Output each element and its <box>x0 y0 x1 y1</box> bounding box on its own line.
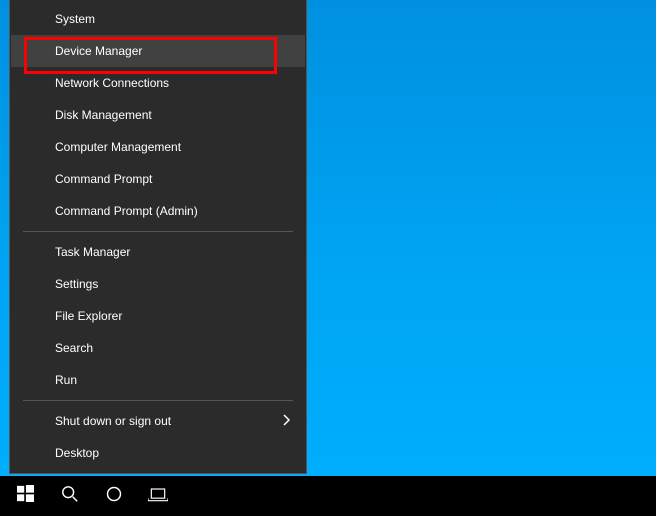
menu-item-task-manager[interactable]: Task Manager <box>11 236 305 268</box>
menu-item-system[interactable]: System <box>11 3 305 35</box>
cortana-button[interactable] <box>93 476 135 516</box>
menu-item-shutdown-signout[interactable]: Shut down or sign out <box>11 405 305 437</box>
menu-item-device-manager[interactable]: Device Manager <box>11 35 305 67</box>
menu-label: Desktop <box>55 446 99 460</box>
menu-label: Shut down or sign out <box>55 414 171 428</box>
task-view-button[interactable] <box>137 476 179 516</box>
menu-label: Task Manager <box>55 245 130 259</box>
menu-label: Search <box>55 341 93 355</box>
desktop-screen: System Device Manager Network Connection… <box>0 0 656 516</box>
menu-label: Command Prompt (Admin) <box>55 204 198 218</box>
menu-item-file-explorer[interactable]: File Explorer <box>11 300 305 332</box>
menu-label: Network Connections <box>55 76 169 90</box>
windows-logo-icon <box>17 485 34 507</box>
menu-item-disk-management[interactable]: Disk Management <box>11 99 305 131</box>
taskbar <box>0 476 656 516</box>
menu-label: Run <box>55 373 77 387</box>
menu-label: Device Manager <box>55 44 142 58</box>
winx-context-menu: System Device Manager Network Connection… <box>9 0 307 474</box>
menu-item-computer-management[interactable]: Computer Management <box>11 131 305 163</box>
menu-item-search[interactable]: Search <box>11 332 305 364</box>
menu-item-desktop[interactable]: Desktop <box>11 437 305 469</box>
menu-item-command-prompt[interactable]: Command Prompt <box>11 163 305 195</box>
menu-item-run[interactable]: Run <box>11 364 305 396</box>
menu-separator <box>23 400 293 401</box>
menu-label: Computer Management <box>55 140 181 154</box>
menu-label: Settings <box>55 277 98 291</box>
menu-item-settings[interactable]: Settings <box>11 268 305 300</box>
menu-separator <box>23 231 293 232</box>
start-button[interactable] <box>3 476 47 516</box>
menu-label: Command Prompt <box>55 172 152 186</box>
menu-label: Disk Management <box>55 108 152 122</box>
search-icon <box>61 485 79 508</box>
menu-item-network-connections[interactable]: Network Connections <box>11 67 305 99</box>
task-view-icon <box>148 486 168 507</box>
chevron-right-icon <box>283 414 291 429</box>
menu-label: File Explorer <box>55 309 122 323</box>
cortana-circle-icon <box>105 485 123 508</box>
menu-label: System <box>55 12 95 26</box>
menu-item-command-prompt-admin[interactable]: Command Prompt (Admin) <box>11 195 305 227</box>
search-button[interactable] <box>49 476 91 516</box>
